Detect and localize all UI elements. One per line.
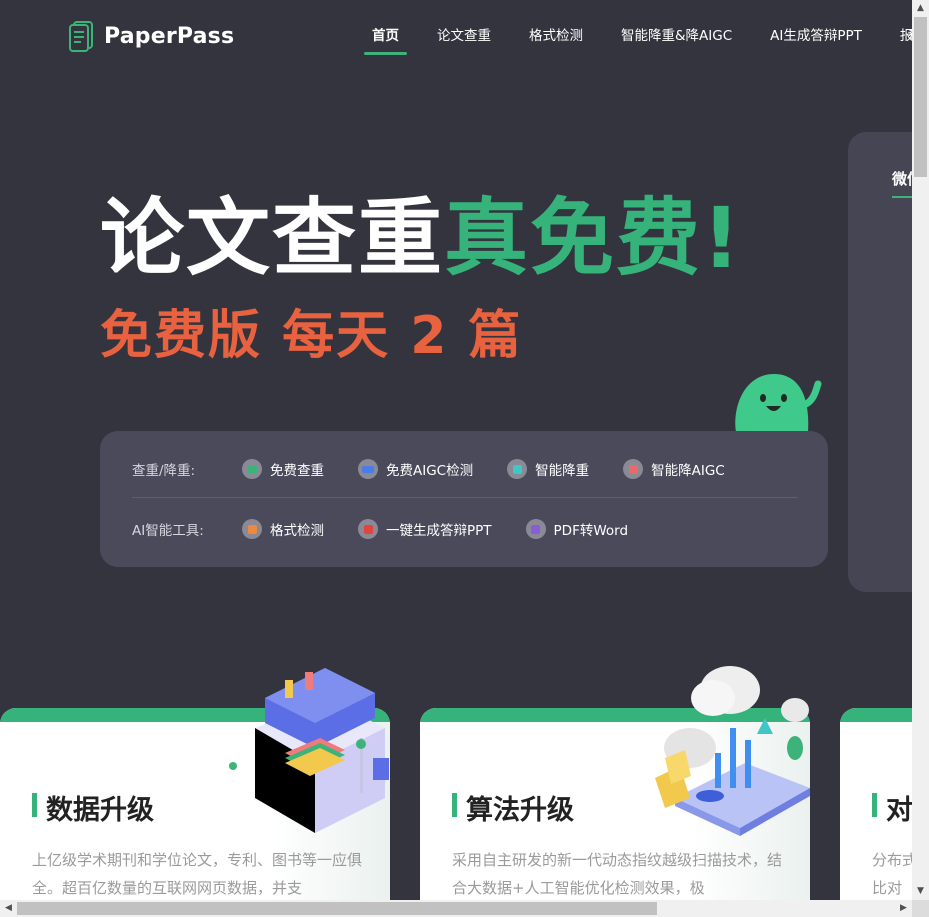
main-nav: 首页 论文查重 格式检测 智能降重&降AIGC AI生成答辩PPT 报告演示 <box>364 24 912 55</box>
tool-generate-ppt[interactable]: 一键生成答辩PPT <box>358 519 492 539</box>
feature-title: 对 <box>872 788 912 827</box>
scrollbar-corner <box>912 900 929 917</box>
page-viewport: PaperPass 首页 论文查重 格式检测 智能降重&降AIGC AI生成答辩… <box>0 0 912 900</box>
free-check-icon <box>242 459 262 479</box>
nav-plagiarism-check[interactable]: 论文查重 <box>429 24 499 44</box>
nav-smart-rewrite[interactable]: 智能降重&降AIGC <box>613 24 740 44</box>
vertical-scroll-thumb[interactable] <box>914 17 927 177</box>
smart-rewrite-icon <box>507 459 528 479</box>
logo[interactable]: PaperPass <box>68 20 234 52</box>
aigc-detect-icon <box>358 459 378 479</box>
library-illustration <box>229 668 389 833</box>
tool-free-check[interactable]: 免费查重 <box>242 459 324 479</box>
tool-reduce-aigc[interactable]: 智能降AIGC <box>623 459 725 479</box>
tool-pdf-to-word[interactable]: PDF转Word <box>525 519 629 539</box>
mascot-illustration <box>735 374 822 438</box>
tool-format-check[interactable]: 格式检测 <box>242 519 324 539</box>
reduce-aigc-icon <box>623 459 644 479</box>
tool-label: 免费AIGC检测 <box>386 463 474 479</box>
row-label-ai: AI智能工具: <box>132 523 204 539</box>
feature-text: 分布式和比对 <box>872 851 912 897</box>
scroll-left-arrow-icon[interactable]: ◀ <box>0 900 17 917</box>
nav-home[interactable]: 首页 <box>364 24 407 55</box>
pdf-word-icon <box>525 519 546 539</box>
tools-row-ai: AI智能工具: 格式检测 一键生成答辩PPT PDF转Word <box>132 519 662 539</box>
brand-name: PaperPass <box>104 23 235 49</box>
tool-label: 格式检测 <box>270 523 324 539</box>
tool-label: 智能降重 <box>535 463 590 479</box>
tools-row-check: 查重/降重: 免费查重 免费AIGC检测 智能降重 智能降AIGC <box>132 459 759 479</box>
feature-text: 上亿级学术期刊和学位论文，专利、图书等一应俱全。超百亿数量的互联网网页数据，并支 <box>32 851 363 897</box>
tool-label: 一键生成答辩PPT <box>386 523 492 539</box>
tool-label: PDF转Word <box>553 523 629 539</box>
scroll-right-arrow-icon[interactable]: ▶ <box>895 900 912 917</box>
site-header: PaperPass 首页 论文查重 格式检测 智能降重&降AIGC AI生成答辩… <box>0 0 912 68</box>
hero-title-highlight: 真免费! <box>444 189 743 287</box>
scroll-up-arrow-icon[interactable]: ▲ <box>912 0 929 17</box>
feature-title: 数据升级 <box>32 788 154 827</box>
algorithm-illustration <box>655 666 810 836</box>
tool-smart-rewrite[interactable]: 智能降重 <box>507 459 589 479</box>
document-logo-icon <box>69 21 93 52</box>
scroll-down-arrow-icon[interactable]: ▼ <box>912 883 929 900</box>
feature-text: 采用自主研发的新一代动态指纹越级扫描技术，结合大数据+人工智能优化检测效果，极 <box>452 851 783 897</box>
ppt-icon <box>358 519 378 539</box>
tool-label: 免费查重 <box>270 463 324 479</box>
quick-tools-panel: 查重/降重: 免费查重 免费AIGC检测 智能降重 智能降AIGC AI智能工具… <box>100 431 828 567</box>
nav-format-check[interactable]: 格式检测 <box>521 24 591 44</box>
tool-free-aigc-detect[interactable]: 免费AIGC检测 <box>358 459 473 479</box>
feature-card-compare: 对 分布式和比对 <box>840 708 912 900</box>
format-check-icon <box>242 519 262 539</box>
row-label-check: 查重/降重: <box>132 463 196 479</box>
hero-title-main: 论文查重 <box>100 189 445 287</box>
tool-label: 智能降AIGC <box>651 463 725 479</box>
vertical-scrollbar[interactable]: ▲ ▼ <box>912 0 929 900</box>
feature-title: 算法升级 <box>452 788 574 827</box>
tools-divider <box>132 497 798 498</box>
login-side-card: 微信 <box>848 132 912 592</box>
tab-wechat[interactable]: 微信 <box>892 168 912 198</box>
horizontal-scroll-thumb[interactable] <box>17 902 657 915</box>
hero-title: 论文查重真免费! <box>100 196 742 280</box>
hero-subtitle: 免费版 每天 2 篇 <box>100 306 523 366</box>
nav-ai-ppt[interactable]: AI生成答辩PPT <box>762 24 870 44</box>
horizontal-scrollbar[interactable]: ◀ ▶ <box>0 900 912 917</box>
